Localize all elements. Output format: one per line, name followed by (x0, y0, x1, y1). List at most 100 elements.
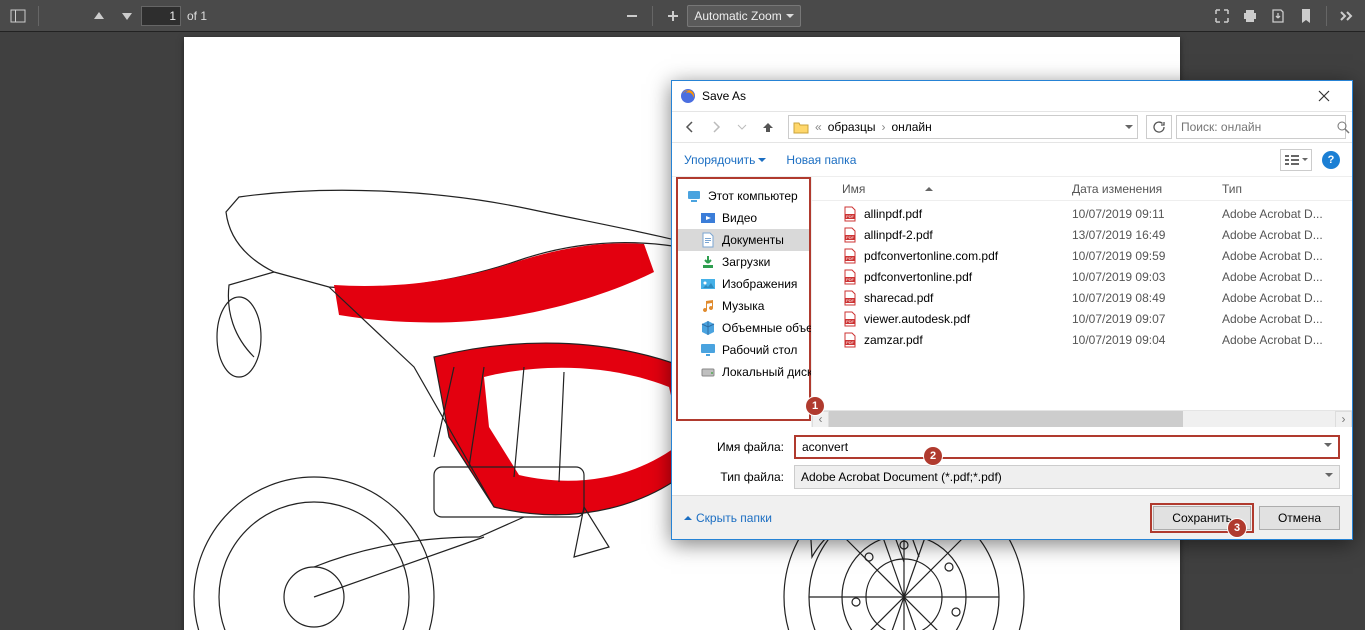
chevron-down-icon (758, 158, 766, 166)
sort-asc-icon[interactable] (925, 183, 933, 191)
chevron-down-icon[interactable] (1125, 125, 1133, 133)
tree-item[interactable]: Документы (678, 229, 809, 251)
tree-item[interactable]: Музыка (678, 295, 809, 317)
disk-icon (700, 364, 716, 380)
image-icon (700, 276, 716, 292)
file-date: 13/07/2019 16:49 (1072, 228, 1222, 242)
chevron-up-icon (684, 512, 692, 520)
file-row[interactable]: PDFpdfconvertonline.pdf10/07/2019 09:03A… (812, 266, 1352, 287)
page-number-input[interactable] (141, 6, 181, 26)
file-row[interactable]: PDFviewer.autodesk.pdf10/07/2019 09:07Ad… (812, 308, 1352, 329)
file-name: pdfconvertonline.pdf (864, 270, 1072, 284)
file-date: 10/07/2019 09:04 (1072, 333, 1222, 347)
tree-item[interactable]: Загрузки (678, 251, 809, 273)
tree-item-label: Документы (722, 233, 784, 247)
file-date: 10/07/2019 09:59 (1072, 249, 1222, 263)
music-icon (700, 298, 716, 314)
firefox-icon (680, 88, 696, 104)
file-name: pdfconvertonline.com.pdf (864, 249, 1072, 263)
pdf-file-icon: PDF (842, 332, 858, 348)
col-name[interactable]: Имя (842, 182, 865, 196)
separator (652, 6, 653, 26)
tools-icon[interactable] (1333, 2, 1361, 30)
search-field[interactable] (1181, 120, 1336, 134)
crumb-1[interactable]: образцы (828, 120, 876, 134)
hide-folders-toggle[interactable]: Скрыть папки (684, 511, 772, 525)
sidebar-toggle-icon[interactable] (4, 2, 32, 30)
tree-item[interactable]: Этот компьютер (678, 185, 809, 207)
col-type[interactable]: Тип (1222, 182, 1352, 196)
help-icon[interactable]: ? (1322, 151, 1340, 169)
pdf-file-icon: PDF (842, 206, 858, 222)
cube-icon (700, 320, 716, 336)
nav-up-icon[interactable] (756, 115, 780, 139)
tree-item-label: Музыка (722, 299, 764, 313)
new-folder-button[interactable]: Новая папка (786, 153, 856, 167)
filetype-select[interactable]: Adobe Acrobat Document (*.pdf;*.pdf) (794, 465, 1340, 489)
col-date[interactable]: Дата изменения (1072, 182, 1222, 196)
tree-item[interactable]: Рабочий стол (678, 339, 809, 361)
search-input[interactable] (1176, 115, 1346, 139)
file-name: allinpdf-2.pdf (864, 228, 1072, 242)
tree-item[interactable]: Видео (678, 207, 809, 229)
nav-forward-icon[interactable] (704, 115, 728, 139)
h-scrollbar[interactable]: ‹ › (812, 410, 1352, 427)
dialog-footer: Скрыть папки Сохранить Отмена (672, 495, 1352, 539)
zoom-select[interactable]: Automatic Zoom (687, 5, 800, 27)
cancel-button[interactable]: Отмена (1259, 506, 1340, 530)
nav-recent-icon[interactable] (730, 115, 754, 139)
refresh-icon[interactable] (1146, 115, 1172, 139)
file-row[interactable]: PDFpdfconvertonline.com.pdf10/07/2019 09… (812, 245, 1352, 266)
filename-input[interactable] (794, 435, 1340, 459)
pdf-file-icon: PDF (842, 227, 858, 243)
file-type: Adobe Acrobat D... (1222, 312, 1352, 326)
page-up-icon[interactable] (85, 2, 113, 30)
zoom-in-icon[interactable] (659, 2, 687, 30)
page-down-icon[interactable] (113, 2, 141, 30)
nav-back-icon[interactable] (678, 115, 702, 139)
file-row[interactable]: PDFallinpdf.pdf10/07/2019 09:11Adobe Acr… (812, 203, 1352, 224)
view-mode-icon[interactable] (1280, 149, 1312, 171)
print-icon[interactable] (1236, 2, 1264, 30)
doc-icon (700, 232, 716, 248)
filename-field[interactable] (802, 440, 1324, 454)
tree-item[interactable]: Локальный диск (678, 361, 809, 383)
filename-label: Имя файла: (684, 440, 794, 454)
pc-icon (686, 188, 702, 204)
zoom-out-icon[interactable] (618, 2, 646, 30)
file-date: 10/07/2019 08:49 (1072, 291, 1222, 305)
breadcrumb[interactable]: « образцы › онлайн (788, 115, 1138, 139)
dialog-nav-bar: « образцы › онлайн (672, 111, 1352, 143)
pdf-file-icon: PDF (842, 269, 858, 285)
svg-text:PDF: PDF (846, 235, 855, 240)
tree-item[interactable]: Изображения (678, 273, 809, 295)
download-icon[interactable] (1264, 2, 1292, 30)
page-total-label: of 1 (187, 9, 207, 23)
chevron-down-icon[interactable] (1324, 443, 1332, 451)
tree-item[interactable]: Объемные объекты (678, 317, 809, 339)
tree-item-label: Видео (722, 211, 757, 225)
bookmark-icon[interactable] (1292, 2, 1320, 30)
organize-menu[interactable]: Упорядочить (684, 153, 766, 167)
scroll-thumb[interactable] (829, 411, 1183, 428)
tree-item-label: Изображения (722, 277, 797, 291)
presentation-icon[interactable] (1208, 2, 1236, 30)
file-name: viewer.autodesk.pdf (864, 312, 1072, 326)
tree-item-label: Объемные объекты (722, 321, 812, 335)
file-pane: Имя Дата изменения Тип PDFallinpdf.pdf10… (812, 177, 1352, 427)
file-date: 10/07/2019 09:03 (1072, 270, 1222, 284)
file-type: Adobe Acrobat D... (1222, 291, 1352, 305)
tree-item-label: Загрузки (722, 255, 770, 269)
close-button[interactable] (1304, 81, 1344, 111)
chevron-down-icon[interactable] (1325, 473, 1333, 481)
scroll-right-icon[interactable]: › (1335, 411, 1352, 428)
file-row[interactable]: PDFsharecad.pdf10/07/2019 08:49Adobe Acr… (812, 287, 1352, 308)
crumb-2[interactable]: онлайн (891, 120, 931, 134)
desktop-icon (700, 342, 716, 358)
file-row[interactable]: PDFallinpdf-2.pdf13/07/2019 16:49Adobe A… (812, 224, 1352, 245)
svg-text:PDF: PDF (846, 277, 855, 282)
svg-text:PDF: PDF (846, 214, 855, 219)
tree-item-label: Этот компьютер (708, 189, 798, 203)
file-row[interactable]: PDFzamzar.pdf10/07/2019 09:04Adobe Acrob… (812, 329, 1352, 350)
scroll-track[interactable] (829, 411, 1335, 428)
